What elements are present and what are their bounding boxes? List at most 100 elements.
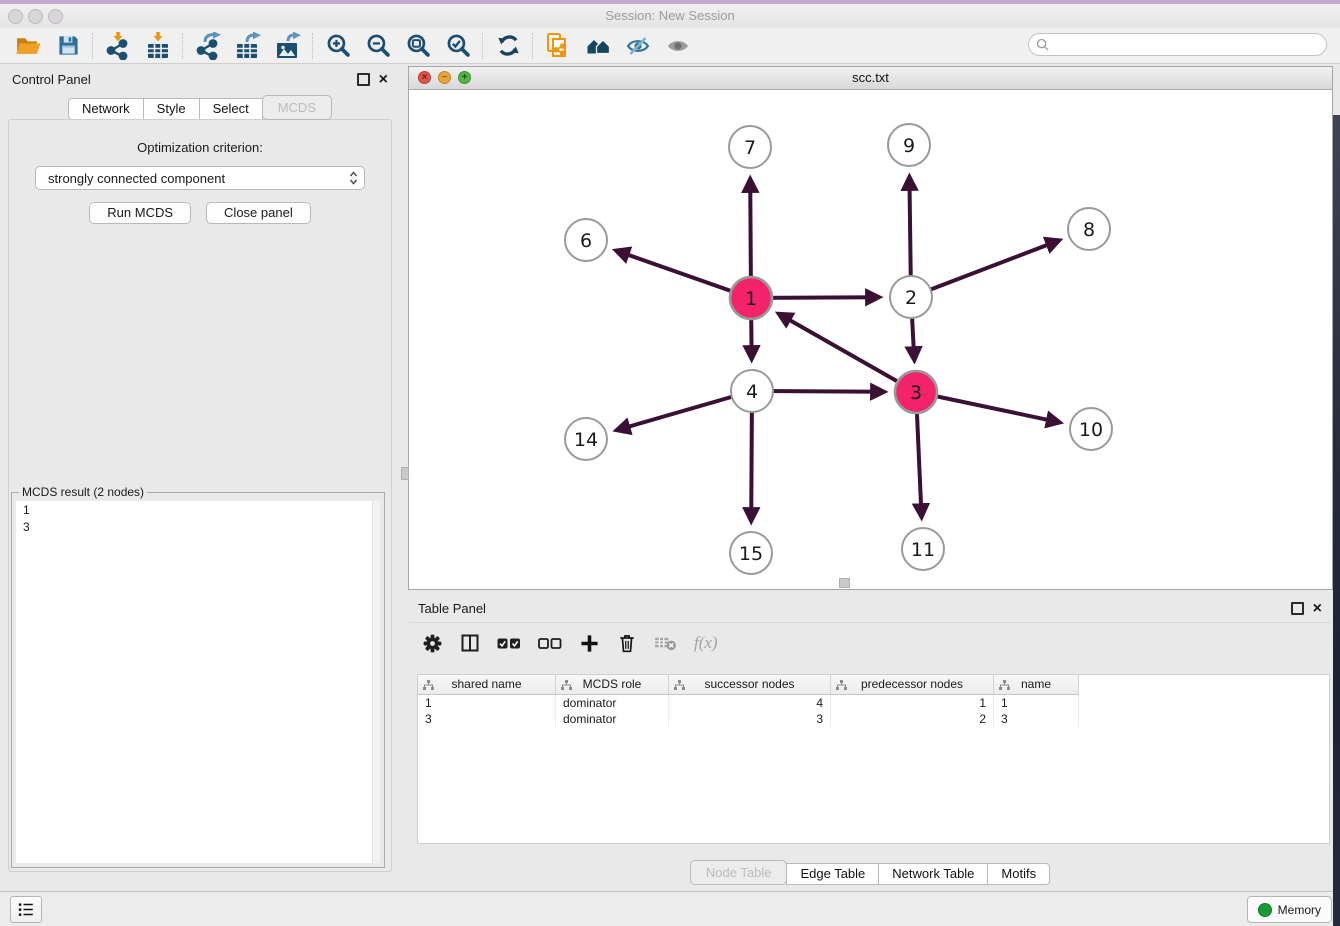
save-session-button[interactable]: [48, 30, 88, 61]
control-panel-header: Control Panel ×: [0, 66, 400, 92]
export-image-button[interactable]: [268, 30, 308, 61]
graph-node-15[interactable]: 15: [730, 532, 772, 574]
run-mcds-button[interactable]: Run MCDS: [89, 202, 191, 224]
column-header-name[interactable]: name: [994, 675, 1079, 695]
export-network-button[interactable]: [188, 30, 228, 61]
refresh-network-button[interactable]: [488, 30, 528, 61]
close-panel-button[interactable]: Close panel: [206, 202, 311, 224]
search-input[interactable]: [1049, 37, 1303, 53]
eye-slash-icon: [625, 34, 651, 58]
dropdown-value: strongly connected component: [48, 171, 349, 186]
open-session-button[interactable]: [8, 30, 48, 61]
close-panel-icon[interactable]: ×: [379, 73, 388, 86]
minimize-window-button[interactable]: [28, 9, 43, 24]
mcds-result-text[interactable]: 13: [16, 501, 380, 863]
zoom-in-button[interactable]: [318, 30, 358, 61]
column-header-successor-nodes[interactable]: successor nodes: [669, 675, 831, 695]
network-canvas[interactable]: 1 2 3 4 6 7 8 9 10 11 14 15: [409, 89, 1332, 589]
delete-column-button[interactable]: [654, 628, 677, 658]
zoom-out-button[interactable]: [358, 30, 398, 61]
tab-select[interactable]: Select: [199, 98, 263, 120]
zoom-fit-icon: [406, 33, 431, 58]
export-table-button[interactable]: [228, 30, 268, 61]
unselect-all-icon: [538, 635, 562, 652]
column-header-label: shared name: [451, 677, 521, 691]
delete-row-button[interactable]: [617, 628, 637, 658]
node-label: 3: [910, 382, 922, 404]
column-header-shared-name[interactable]: shared name: [418, 675, 556, 695]
home-layout-button[interactable]: [578, 30, 618, 61]
column-type-icon: [999, 680, 1010, 691]
table-panel-title: Table Panel: [418, 601, 486, 616]
tab-node-table[interactable]: Node Table: [690, 860, 788, 885]
zoom-window-button[interactable]: [48, 9, 63, 24]
hide-graphics-details-button[interactable]: [618, 30, 658, 61]
graph-node-1[interactable]: 1: [730, 277, 772, 319]
memory-button[interactable]: Memory: [1247, 896, 1332, 923]
float-panel-icon[interactable]: [357, 73, 370, 86]
network-minimize-button[interactable]: −: [438, 71, 451, 84]
select-all-button[interactable]: [497, 628, 521, 658]
import-table-from-file-button[interactable]: [138, 30, 178, 61]
open-folder-icon: [15, 34, 42, 57]
optimization-criterion-label: Optimization criterion:: [9, 140, 391, 155]
graph-node-3[interactable]: 3: [895, 371, 937, 413]
splitter-grip[interactable]: [401, 467, 409, 480]
graph-node-2[interactable]: 2: [890, 276, 932, 318]
graph-node-9[interactable]: 9: [888, 124, 930, 166]
import-table-icon: [145, 32, 171, 60]
tab-edge-table[interactable]: Edge Table: [786, 863, 879, 885]
table-row[interactable]: 1dominator411: [418, 695, 1079, 711]
edge-3-1[interactable]: [780, 314, 916, 392]
graph-node-8[interactable]: 8: [1068, 208, 1110, 250]
node-label: 9: [903, 135, 915, 157]
close-window-button[interactable]: [8, 9, 23, 24]
network-close-button[interactable]: ×: [418, 71, 431, 84]
tab-network[interactable]: Network: [68, 98, 144, 120]
import-network-from-file-button[interactable]: [98, 30, 138, 61]
node-table[interactable]: shared name MCDS role successor nodesprede…: [417, 674, 1330, 844]
graph-node-7[interactable]: 7: [729, 126, 771, 168]
graph-node-6[interactable]: 6: [565, 219, 607, 261]
task-history-button[interactable]: [10, 896, 42, 923]
toolbar-separator: [482, 33, 484, 59]
table-settings-button[interactable]: [422, 628, 443, 658]
tab-style[interactable]: Style: [143, 98, 200, 120]
graph-node-4[interactable]: 4: [731, 370, 773, 412]
zoom-selected-button[interactable]: [438, 30, 478, 61]
control-panel-title: Control Panel: [12, 72, 91, 87]
network-zoom-button[interactable]: +: [458, 71, 471, 84]
function-builder-button[interactable]: f(x): [694, 628, 718, 658]
column-header-MCDS-role[interactable]: MCDS role: [556, 675, 669, 695]
toolbar-separator: [312, 33, 314, 59]
edge-2-8[interactable]: [911, 241, 1058, 297]
trash-icon: [617, 632, 637, 654]
close-panel-icon[interactable]: ×: [1313, 602, 1322, 615]
show-column-button[interactable]: [460, 628, 480, 658]
horizontal-scroll-grip[interactable]: [839, 578, 850, 588]
float-panel-icon[interactable]: [1291, 602, 1304, 615]
mcds-result-title: MCDS result (2 nodes): [19, 485, 147, 499]
mcds-scrollbar[interactable]: [372, 501, 380, 863]
zoom-fit-button[interactable]: [398, 30, 438, 61]
columns-icon: [460, 633, 480, 653]
column-header-label: MCDS role: [583, 677, 642, 691]
toolbar-separator: [92, 33, 94, 59]
main-titlebar: Session: New Session: [0, 4, 1340, 29]
window-title: Session: New Session: [0, 4, 1340, 28]
tab-network-table[interactable]: Network Table: [878, 863, 988, 885]
search-field[interactable]: [1028, 33, 1327, 56]
optimization-criterion-dropdown[interactable]: strongly connected component: [35, 166, 365, 190]
graph-node-11[interactable]: 11: [902, 528, 944, 570]
show-graphics-details-button[interactable]: [658, 30, 698, 61]
tab-mcds[interactable]: MCDS: [262, 95, 332, 120]
column-header-predecessor-nodes[interactable]: predecessor nodes: [831, 675, 994, 695]
add-row-button[interactable]: [579, 628, 600, 658]
graph-node-10[interactable]: 10: [1070, 408, 1112, 450]
export-image-icon: [275, 32, 302, 60]
tab-motifs[interactable]: Motifs: [987, 863, 1050, 885]
graph-node-14[interactable]: 14: [565, 418, 607, 460]
clone-network-button[interactable]: [538, 30, 578, 61]
table-row[interactable]: 3dominator323: [418, 711, 1079, 727]
unselect-all-button[interactable]: [538, 628, 562, 658]
